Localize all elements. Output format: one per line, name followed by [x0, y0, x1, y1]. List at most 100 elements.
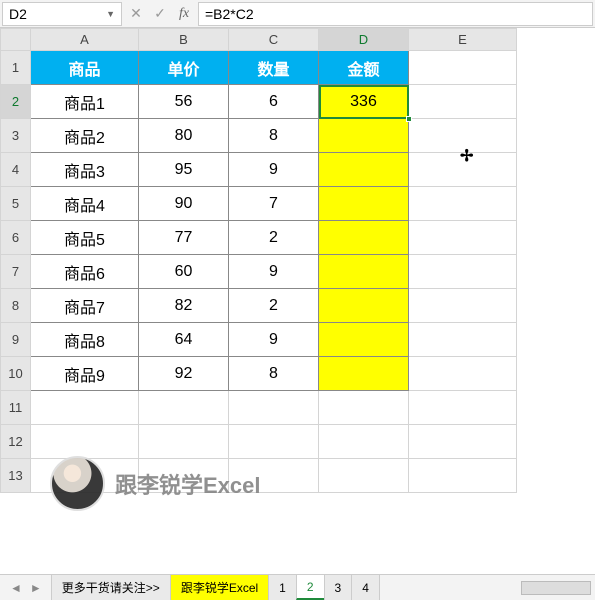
cell-D10[interactable]: [319, 357, 409, 391]
cell-B3[interactable]: 80: [139, 119, 229, 153]
row-header-8[interactable]: 8: [1, 289, 31, 323]
cell-D2[interactable]: 336: [319, 85, 409, 119]
sheet-tab-4[interactable]: 3: [324, 575, 353, 600]
cell-B9[interactable]: 64: [139, 323, 229, 357]
cell-B5[interactable]: 90: [139, 187, 229, 221]
row-header-4[interactable]: 4: [1, 153, 31, 187]
cell-B6[interactable]: 77: [139, 221, 229, 255]
row-header-1[interactable]: 1: [1, 51, 31, 85]
cell-B10[interactable]: 92: [139, 357, 229, 391]
formula-input[interactable]: =B2*C2: [198, 2, 593, 26]
sheet-tab-5[interactable]: 4: [351, 575, 380, 600]
cell-E3[interactable]: [409, 119, 517, 153]
cell-C4[interactable]: 9: [229, 153, 319, 187]
cell-D5[interactable]: [319, 187, 409, 221]
cell-B11[interactable]: [139, 391, 229, 425]
cell-C9[interactable]: 9: [229, 323, 319, 357]
cell-C5[interactable]: 7: [229, 187, 319, 221]
cell-E6[interactable]: [409, 221, 517, 255]
cell-E7[interactable]: [409, 255, 517, 289]
cell-D7[interactable]: [319, 255, 409, 289]
col-header-c[interactable]: C: [229, 29, 319, 51]
cell-C12[interactable]: [229, 425, 319, 459]
cell-C1[interactable]: 数量: [229, 51, 319, 85]
col-header-a[interactable]: A: [31, 29, 139, 51]
cell-D13[interactable]: [319, 459, 409, 493]
cell-A8[interactable]: 商品7: [31, 289, 139, 323]
col-header-b[interactable]: B: [139, 29, 229, 51]
row-header-10[interactable]: 10: [1, 357, 31, 391]
cell-E2[interactable]: [409, 85, 517, 119]
cell-E8[interactable]: [409, 289, 517, 323]
cell-E4[interactable]: [409, 153, 517, 187]
cell-A1[interactable]: 商品: [31, 51, 139, 85]
fx-icon[interactable]: fx: [172, 6, 196, 22]
cell-B8[interactable]: 82: [139, 289, 229, 323]
cell-A11[interactable]: [31, 391, 139, 425]
cell-D1[interactable]: 金额: [319, 51, 409, 85]
cell-C3[interactable]: 8: [229, 119, 319, 153]
sheet-tab-3[interactable]: 2: [296, 575, 325, 600]
tab-nav-prev-icon[interactable]: ◄: [6, 581, 26, 595]
name-box-dropdown-icon[interactable]: ▼: [106, 9, 115, 19]
row-header-12[interactable]: 12: [1, 425, 31, 459]
cell-E11[interactable]: [409, 391, 517, 425]
row-header-3[interactable]: 3: [1, 119, 31, 153]
cell-A9[interactable]: 商品8: [31, 323, 139, 357]
fill-handle[interactable]: [406, 116, 412, 122]
cell-C6[interactable]: 2: [229, 221, 319, 255]
cell-C2[interactable]: 6: [229, 85, 319, 119]
name-box[interactable]: D2 ▼: [2, 2, 122, 26]
cell-D4[interactable]: [319, 153, 409, 187]
cell-E10[interactable]: [409, 357, 517, 391]
row-header-13[interactable]: 13: [1, 459, 31, 493]
row-header-5[interactable]: 5: [1, 187, 31, 221]
cell-C7[interactable]: 9: [229, 255, 319, 289]
cell-A6[interactable]: 商品5: [31, 221, 139, 255]
cell-B1[interactable]: 单价: [139, 51, 229, 85]
cell-D9[interactable]: [319, 323, 409, 357]
cell-D3[interactable]: [319, 119, 409, 153]
cell-A12[interactable]: [31, 425, 139, 459]
select-all-corner[interactable]: [1, 29, 31, 51]
sheet-tab-1[interactable]: 跟李锐学Excel: [170, 575, 269, 600]
cell-A3[interactable]: 商品2: [31, 119, 139, 153]
sheet-tab-2[interactable]: 1: [268, 575, 297, 600]
row-4: 4商品3959: [1, 153, 517, 187]
confirm-icon[interactable]: ✓: [148, 5, 172, 22]
sheet-tabs: 更多干货请关注>>跟李锐学Excel1234: [52, 575, 380, 600]
row-header-11[interactable]: 11: [1, 391, 31, 425]
cell-A2[interactable]: 商品1: [31, 85, 139, 119]
cell-D11[interactable]: [319, 391, 409, 425]
row-header-2[interactable]: 2: [1, 85, 31, 119]
cell-E9[interactable]: [409, 323, 517, 357]
row-header-7[interactable]: 7: [1, 255, 31, 289]
cell-E13[interactable]: [409, 459, 517, 493]
sheet-tab-0[interactable]: 更多干货请关注>>: [51, 575, 171, 600]
cell-C11[interactable]: [229, 391, 319, 425]
cell-A10[interactable]: 商品9: [31, 357, 139, 391]
cancel-icon[interactable]: ✕: [124, 5, 148, 22]
cell-A7[interactable]: 商品6: [31, 255, 139, 289]
cell-D8[interactable]: [319, 289, 409, 323]
row-header-6[interactable]: 6: [1, 221, 31, 255]
cell-C10[interactable]: 8: [229, 357, 319, 391]
cell-A4[interactable]: 商品3: [31, 153, 139, 187]
cell-E1[interactable]: [409, 51, 517, 85]
cell-B4[interactable]: 95: [139, 153, 229, 187]
cell-B7[interactable]: 60: [139, 255, 229, 289]
cell-A5[interactable]: 商品4: [31, 187, 139, 221]
col-header-e[interactable]: E: [409, 29, 517, 51]
col-header-d[interactable]: D: [319, 29, 409, 51]
tab-nav-next-icon[interactable]: ►: [26, 581, 46, 595]
cell-E12[interactable]: [409, 425, 517, 459]
worksheet-grid[interactable]: A B C D E 1商品单价数量金额2商品15663363商品28084商品3…: [0, 28, 595, 573]
horizontal-scrollbar[interactable]: [521, 581, 591, 595]
cell-B2[interactable]: 56: [139, 85, 229, 119]
cell-C8[interactable]: 2: [229, 289, 319, 323]
cell-B12[interactable]: [139, 425, 229, 459]
cell-E5[interactable]: [409, 187, 517, 221]
cell-D6[interactable]: [319, 221, 409, 255]
row-header-9[interactable]: 9: [1, 323, 31, 357]
cell-D12[interactable]: [319, 425, 409, 459]
